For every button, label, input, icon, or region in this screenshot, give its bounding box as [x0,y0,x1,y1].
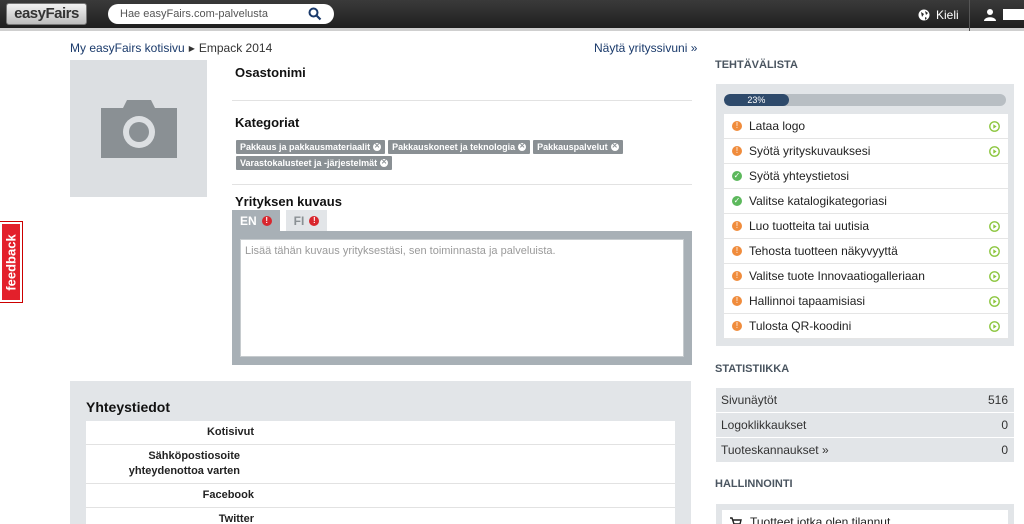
task-item[interactable]: ✓ Valitse katalogikategoriasi [724,189,1008,214]
task-item[interactable]: ! Hallinnoi tapaamisiasi [724,289,1008,314]
remove-tag-icon[interactable]: ✕ [373,143,382,151]
email-field[interactable] [240,445,675,483]
task-item[interactable]: ✓ Syötä yhteystietosi [724,164,1008,189]
user-icon[interactable] [983,8,997,22]
task-label: Luo tuotteita tai uutisia [749,219,870,233]
warning-icon: ! [732,321,742,331]
description-title: Yrityksen kuvaus [235,194,342,209]
stat-row: Logoklikkaukset 0 [716,413,1014,438]
tab-en[interactable]: EN! [232,210,280,231]
description-editor [232,231,692,365]
language-selector[interactable]: Kieli [918,8,959,22]
table-row: Sähköpostiosoite yhteydenottoa varten [86,445,675,484]
check-icon: ✓ [732,196,742,206]
twitter-field[interactable] [254,508,675,524]
warning-icon: ! [732,121,742,131]
play-icon[interactable] [989,321,1000,332]
globe-icon [918,9,930,21]
play-icon[interactable] [989,296,1000,307]
warning-icon: ! [732,296,742,306]
categories-title: Kategoriat [235,115,300,130]
breadcrumb: My easyFairs kotisivu ▶ Empack 2014 [70,41,272,55]
stat-row: Sivunäytöt 516 [716,388,1014,413]
warning-icon: ! [732,246,742,256]
error-icon: ! [309,215,320,226]
department-title: Osastonimi [235,65,306,80]
task-label: Valitse tuote Innovaatiogalleriaan [749,269,925,283]
table-row: Kotisivut [86,421,675,445]
contact-table: Kotisivut Sähköpostiosoite yhteydenottoa… [86,421,675,524]
table-row: Twitter [86,508,675,524]
check-icon: ✓ [732,171,742,181]
task-item[interactable]: ! Tehosta tuotteen näkyvyyttä [724,239,1008,264]
task-item[interactable]: ! Luo tuotteita tai uutisia [724,214,1008,239]
manage-title: HALLINNOINTI [715,478,793,490]
task-item[interactable]: ! Syötä yrityskuvauksesi [724,139,1008,164]
camera-icon [100,99,177,158]
remove-tag-icon[interactable]: ✕ [518,143,527,151]
description-textarea[interactable] [240,239,684,357]
divider [232,184,692,185]
breadcrumb-home-link[interactable]: My easyFairs kotisivu [70,41,185,55]
website-field[interactable] [254,421,675,444]
tasklist-panel: 23% ! Lataa logo! Syötä yrityskuvauksesi ✓ S… [716,84,1014,346]
task-label: Syötä yrityskuvauksesi [749,144,871,158]
task-label: Syötä yhteystietosi [749,169,850,183]
contact-section: Yhteystiedot Kotisivut Sähköpostiosoite … [70,381,691,524]
category-tag: Pakkauspalvelut ✕ [533,140,623,154]
easyfairs-logo[interactable]: easyFairs [6,3,87,25]
error-icon: ! [261,215,272,226]
category-tag: Pakkauskoneet ja teknologia ✕ [388,140,531,154]
category-tag: Pakkaus ja pakkausmateriaalit ✕ [236,140,386,154]
search-input[interactable] [108,4,334,24]
statistics-title: STATISTIIKKA [715,363,790,375]
progress-fill: 23% [724,94,789,106]
task-item[interactable]: ! Tulosta QR-koodini [724,314,1008,339]
warning-icon: ! [732,271,742,281]
task-item[interactable]: ! Valitse tuote Innovaatiogalleriaan [724,264,1008,289]
breadcrumb-current: Empack 2014 [198,41,273,55]
user-menu[interactable] [1003,9,1024,20]
category-tags: Pakkaus ja pakkausmateriaalit ✕ Pakkausko… [236,140,686,170]
task-item[interactable]: ! Lataa logo [724,114,1008,139]
tab-fi[interactable]: FI! [285,210,328,231]
task-label: Tehosta tuotteen näkyvyyttä [749,244,898,258]
search-icon[interactable] [308,7,322,21]
top-bar: easyFairs Kieli [0,0,1024,31]
facebook-field[interactable] [254,484,675,507]
table-row: Facebook [86,484,675,508]
topbar-divider [969,0,970,31]
task-label: Valitse katalogikategoriasi [749,194,887,208]
ordered-products-link[interactable]: Tuotteet jotka olen tilannut [722,510,1008,524]
remove-tag-icon[interactable]: ✕ [380,159,389,167]
feedback-tab[interactable]: feedback [0,222,22,302]
play-icon[interactable] [989,146,1000,157]
progress-bar: 23% [724,94,1006,106]
language-label: Kieli [936,8,959,22]
task-label: Lataa logo [749,119,806,133]
statistics-panel: Sivunäytöt 516 Logoklikkaukset 0 Tuoteskan… [716,388,1014,463]
divider [232,100,692,101]
play-icon[interactable] [989,271,1000,282]
play-icon[interactable] [989,221,1000,232]
category-tag: Varastokalusteet ja -järjestelmät ✕ [236,156,393,170]
play-icon[interactable] [989,246,1000,257]
stat-row[interactable]: Tuoteskannaukset » 0 [716,438,1014,463]
company-logo-upload[interactable] [70,60,207,197]
task-label: Hallinnoi tapaamisiasi [749,294,866,308]
remove-tag-icon[interactable]: ✕ [610,143,619,151]
task-list: ! Lataa logo! Syötä yrityskuvauksesi ✓ Syötä… [724,114,1008,339]
warning-icon: ! [732,146,742,156]
manage-panel: Tuotteet jotka olen tilannut [716,504,1014,524]
play-icon[interactable] [989,121,1000,132]
warning-icon: ! [732,221,742,231]
task-label: Tulosta QR-koodini [749,319,852,333]
contact-title: Yhteystiedot [86,399,171,415]
tasklist-title: TEHTÄVÄLISTA [715,59,798,71]
language-tabs: EN! FI! [232,210,328,231]
show-company-page-link[interactable]: Näytä yrityssivuni » [594,41,697,55]
breadcrumb-separator-icon: ▶ [188,43,195,53]
cart-icon [730,516,742,524]
